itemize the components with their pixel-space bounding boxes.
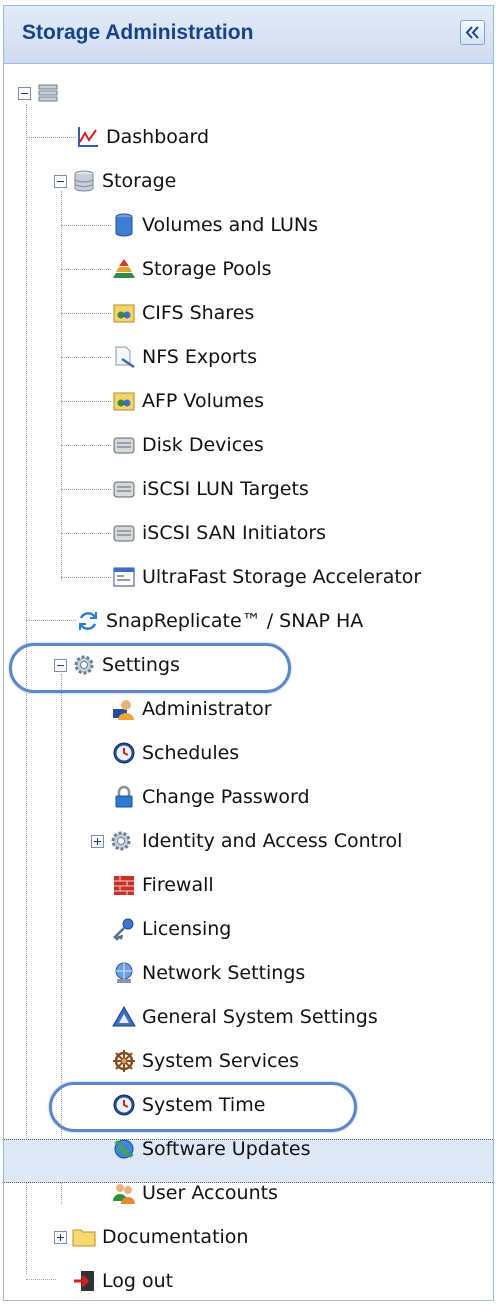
tree-item-general-system-settings[interactable]: General System Settings — [4, 998, 493, 1036]
tree-item-nfs-exports[interactable]: NFS Exports — [4, 338, 493, 376]
network-icon — [115, 962, 133, 983]
tree-item-label: Identity and Access Control — [142, 830, 403, 852]
tree-item-label: User Accounts — [142, 1182, 278, 1204]
tree-item-licensing[interactable]: Licensing — [4, 910, 493, 948]
folder-icon — [72, 1229, 96, 1247]
tree-item-label: SnapReplicate™ / SNAP HA — [106, 610, 364, 632]
gear-icon — [111, 831, 131, 851]
disk-icon — [113, 437, 135, 454]
tree-item-label: CIFS Shares — [142, 302, 255, 324]
logout-icon — [74, 1271, 94, 1291]
tree-item-storage-pools[interactable]: Storage Pools — [4, 250, 493, 288]
tree-item-label: Documentation — [102, 1226, 249, 1248]
database-icon — [74, 170, 94, 192]
tree-item-label: NFS Exports — [142, 346, 258, 368]
line-chart-icon — [78, 127, 98, 147]
replicate-icon — [79, 612, 97, 630]
system-time-highlight-ring — [49, 1082, 357, 1132]
key-icon — [113, 918, 134, 941]
document-export-icon — [115, 346, 135, 369]
tree-item-label: Administrator — [142, 698, 272, 720]
tree-item-user-accounts[interactable]: User Accounts — [4, 1174, 493, 1212]
tree-item-network-settings[interactable]: Network Settings — [4, 954, 493, 992]
tree-item-label: Schedules — [142, 742, 240, 764]
system-settings-icon — [112, 1006, 136, 1027]
share-folder-icon — [113, 392, 135, 411]
panel-header: Storage Administration — [4, 6, 493, 64]
users-icon — [113, 1184, 135, 1204]
tree-item-label: Storage — [102, 170, 177, 192]
wheel-icon — [113, 1050, 135, 1072]
server-rack-icon — [38, 84, 58, 102]
expand-toggle-icon[interactable] — [54, 1231, 67, 1244]
tree-item-label: Volumes and LUNs — [142, 214, 319, 236]
share-folder-icon — [113, 304, 135, 323]
tree-item-label: System Services — [142, 1050, 300, 1072]
admin-user-icon — [113, 700, 134, 720]
tree-item-documentation[interactable]: Documentation — [4, 1218, 493, 1256]
tree-item-label: General System Settings — [142, 1006, 378, 1028]
tree-item-firewall[interactable]: Firewall — [4, 866, 493, 904]
navigation-tree: Dashboard Storage Volumes and LUNs Stora… — [4, 64, 493, 1300]
tree-root[interactable] — [4, 74, 493, 112]
tree-item-administrator[interactable]: Administrator — [4, 690, 493, 728]
tree-item-log-out[interactable]: Log out — [4, 1262, 493, 1300]
double-chevron-left-icon — [465, 26, 479, 39]
collapse-toggle-icon[interactable] — [18, 87, 31, 100]
tree-item-afp-volumes[interactable]: AFP Volumes — [4, 382, 493, 420]
tree-item-label: Disk Devices — [142, 434, 264, 456]
tree-item-software-updates[interactable]: Software Updates — [4, 1130, 493, 1168]
tree-item-label: Dashboard — [106, 126, 210, 148]
tree-item-label: Licensing — [142, 918, 232, 940]
tree-item-snapreplicate[interactable]: SnapReplicate™ / SNAP HA — [4, 602, 493, 640]
tree-item-schedules[interactable]: Schedules — [4, 734, 493, 772]
clock-icon — [113, 742, 135, 764]
tree-item-label: Log out — [102, 1270, 174, 1292]
tree-item-ultrafast-storage-accelerator[interactable]: UltraFast Storage Accelerator — [4, 558, 493, 596]
tree-item-label: Network Settings — [142, 962, 306, 984]
tree-item-identity-and-access-control[interactable]: Identity and Access Control — [4, 822, 493, 860]
tree-item-system-services[interactable]: System Services — [4, 1042, 493, 1080]
tree-item-label: UltraFast Storage Accelerator — [142, 566, 422, 588]
storage-admin-panel: Storage Administration Dashboard Storage… — [3, 5, 494, 1301]
firewall-icon — [114, 876, 134, 895]
tree-item-iscsi-lun-targets[interactable]: iSCSI LUN Targets — [4, 470, 493, 508]
tree-item-label: AFP Volumes — [142, 390, 264, 412]
tree-item-iscsi-san-initiators[interactable]: iSCSI SAN Initiators — [4, 514, 493, 552]
tree-item-label: Firewall — [142, 874, 214, 896]
settings-highlight-ring — [9, 643, 291, 693]
tree-item-volumes-and-luns[interactable]: Volumes and LUNs — [4, 206, 493, 244]
disk-icon — [113, 481, 135, 498]
tree-item-disk-devices[interactable]: Disk Devices — [4, 426, 493, 464]
tree-item-label: Storage Pools — [142, 258, 272, 280]
tree-item-label: Software Updates — [142, 1138, 311, 1160]
tree-item-label: iSCSI LUN Targets — [142, 478, 309, 500]
tree-item-change-password[interactable]: Change Password — [4, 778, 493, 816]
panel-title: Storage Administration — [22, 21, 254, 44]
tree-item-cifs-shares[interactable]: CIFS Shares — [4, 294, 493, 332]
tree-item-label: Change Password — [142, 786, 310, 808]
collapse-panel-button[interactable] — [460, 20, 485, 45]
collapse-toggle-icon[interactable] — [54, 175, 67, 188]
pyramid-icon — [113, 259, 135, 278]
disk-icon — [113, 525, 135, 542]
tree-item-storage[interactable]: Storage — [4, 162, 493, 200]
accelerator-icon — [113, 567, 135, 587]
expand-toggle-icon[interactable] — [91, 835, 104, 848]
globe-update-icon — [114, 1139, 134, 1159]
cylinder-icon — [115, 213, 133, 237]
lock-icon — [115, 785, 133, 808]
tree-item-dashboard[interactable]: Dashboard — [4, 118, 493, 156]
tree-item-label: iSCSI SAN Initiators — [142, 522, 327, 544]
